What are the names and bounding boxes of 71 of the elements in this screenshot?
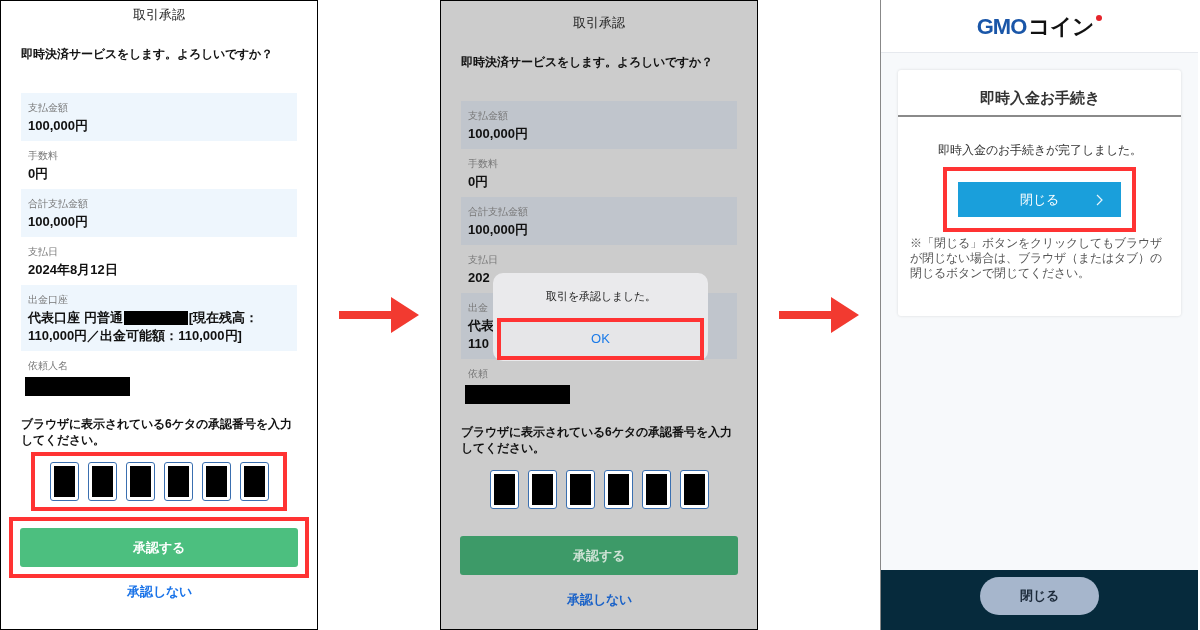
code-digit-field[interactable] (163, 462, 193, 501)
row-label: 出金口座 (28, 293, 68, 307)
row-value: 110,000円／出金可能額：110,000円] (28, 329, 242, 343)
code-digit-field[interactable] (87, 462, 117, 501)
redaction-bar (493, 474, 515, 505)
prompt-text: 即時決済サービスをします。よろしいですか？ (460, 54, 714, 71)
instruction-text: ブラウザに表示されている6ケタの承認番号を入力してください。 (460, 424, 733, 456)
row-label: 出金 (468, 301, 488, 315)
code-digit-field[interactable] (641, 470, 671, 509)
code-digit-field[interactable] (49, 462, 79, 501)
row-label: 支払金額 (28, 101, 68, 115)
code-digit-field[interactable] (125, 462, 155, 501)
chevron-right-icon (1096, 193, 1103, 206)
redaction-bar (123, 311, 188, 325)
code-digit-field[interactable] (239, 462, 269, 501)
instruction-text: ブラウザに表示されている6ケタの承認番号を入力してください。 (20, 416, 293, 448)
dialog-message: 取引を承認しました。 (545, 289, 656, 305)
redaction-bar (607, 474, 629, 505)
row-value: 202 (468, 271, 490, 285)
redaction-bar (91, 466, 113, 497)
row-label: 依頼人名 (28, 359, 68, 373)
code-digit-field[interactable] (527, 470, 557, 509)
prompt-text: 即時決済サービスをします。よろしいですか？ (20, 46, 274, 63)
redaction-bar (205, 466, 227, 497)
note-text: ※「閉じる」ボタンをクリックしてもブラウザが閉じない場合は、ブラウザ（またはタブ）の閉じるボタンで閉じてください。 (909, 236, 1163, 281)
row-label: 手数料 (468, 157, 498, 171)
redaction-bar (129, 466, 151, 497)
row-value: 代表口座 円普通 (28, 311, 123, 325)
row-value: 100,000円 (468, 127, 528, 141)
row-value: 0円 (468, 175, 489, 189)
footer-close-button[interactable]: 閉じる (980, 577, 1099, 615)
row-value: 100,000円 (28, 119, 88, 133)
row-label: 依頼 (468, 367, 488, 381)
row-label: 支払金額 (468, 109, 508, 123)
arrow-icon (779, 295, 859, 335)
code-digit-field[interactable] (489, 470, 519, 509)
code-digit-field[interactable] (201, 462, 231, 501)
code-digit-field[interactable] (565, 470, 595, 509)
code-digit-field[interactable] (679, 470, 709, 509)
row-value: 0円 (28, 167, 49, 181)
screen-title: 取引承認 (572, 14, 626, 31)
ok-button[interactable]: OK (501, 322, 700, 356)
row-value: [現在残高： (188, 311, 258, 325)
screen-title: 取引承認 (132, 6, 186, 23)
decline-link[interactable]: 承認しない (126, 582, 192, 602)
row-value: 2024年8月12日 (28, 263, 118, 277)
decline-link[interactable]: 承認しない (566, 590, 632, 610)
row-label: 支払日 (28, 245, 58, 259)
redaction-bar (569, 474, 591, 505)
approve-button[interactable]: 承認する (20, 528, 298, 567)
redaction-bar (683, 474, 705, 505)
card-message: 即時入金のお手続きが完了しました。 (936, 142, 1143, 159)
row-value: 100,000円 (28, 215, 88, 229)
code-digit-field[interactable] (603, 470, 633, 509)
close-button[interactable]: 閉じる (958, 182, 1121, 217)
redaction-bar (243, 466, 265, 497)
card-title: 即時入金お手続き (898, 70, 1181, 117)
row-label: 支払日 (468, 253, 498, 267)
logo: GMOコイン (976, 12, 1095, 41)
row-value: 100,000円 (468, 223, 528, 237)
row-label: 手数料 (28, 149, 58, 163)
row-label: 合計支払金額 (28, 197, 88, 211)
row-value: 代表 (468, 319, 494, 333)
row-label: 合計支払金額 (468, 205, 528, 219)
arrow-icon (339, 295, 419, 335)
redaction-bar (531, 474, 553, 505)
redaction-bar (53, 466, 75, 497)
approve-button[interactable]: 承認する (460, 536, 738, 575)
redaction-bar (645, 474, 667, 505)
row-value: 110 (468, 337, 489, 351)
redaction-bar (167, 466, 189, 497)
